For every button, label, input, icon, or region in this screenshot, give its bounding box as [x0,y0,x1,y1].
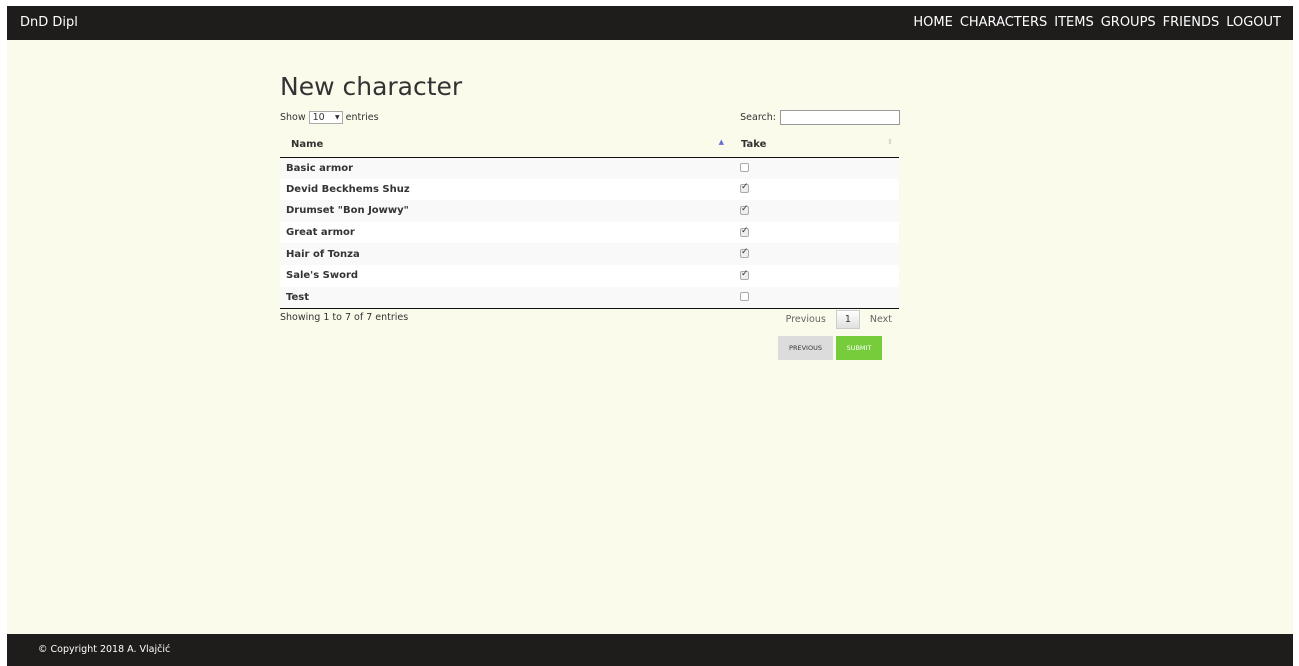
take-checkbox[interactable] [740,163,749,173]
top-navbar: DnD Dipl HOME CHARACTERS ITEMS GROUPS FR… [7,6,1293,40]
footer: © Copyright 2018 A. Vlajčić [7,634,1293,666]
pagination-next[interactable]: Next [870,314,892,325]
item-name: Test [280,286,730,309]
entries-select-value: 10 [312,112,325,123]
table-row: Great armor [280,221,899,244]
nav-items[interactable]: ITEMS [1054,15,1093,30]
nav-groups[interactable]: GROUPS [1101,15,1156,30]
take-cell [730,286,899,309]
item-name: Drumset "Bon Jowwy" [280,200,730,222]
nav-friends[interactable]: FRIENDS [1163,15,1220,30]
table-row: Test [280,286,899,309]
table-row: Hair of Tonza [280,243,899,265]
entries-label: entries [345,112,379,123]
column-header-take[interactable]: Take ⇕ [730,132,899,158]
chevron-down-icon: ▼ [335,114,340,121]
take-cell [730,157,899,179]
show-label: Show [280,112,306,123]
take-cell [730,243,899,265]
take-checkbox[interactable] [740,204,749,215]
main-nav: HOME CHARACTERS ITEMS GROUPS FRIENDS LOG… [913,15,1281,30]
table-info: Showing 1 to 7 of 7 entries [280,312,409,323]
form-buttons: PREVIOUS SUBMIT [778,336,882,360]
item-name: Basic armor [280,157,730,179]
previous-button[interactable]: PREVIOUS [778,336,833,360]
items-table: Name ▲ Take ⇕ Basic armor Devid Beckhems… [280,132,899,309]
take-checkbox[interactable] [740,269,749,280]
pagination: Previous 1 Next [786,310,892,329]
take-checkbox[interactable] [740,247,749,259]
sort-both-icon: ⇕ [887,138,893,146]
table-row: Devid Beckhems Shuz [280,178,899,201]
column-header-name[interactable]: Name ▲ [280,132,730,158]
table-row: Sale's Sword [280,264,899,287]
item-name: Devid Beckhems Shuz [280,178,730,201]
nav-home[interactable]: HOME [913,15,952,30]
item-name: Sale's Sword [280,264,730,287]
entries-select[interactable]: 10 ▼ [308,111,343,124]
page: DnD Dipl HOME CHARACTERS ITEMS GROUPS FR… [7,6,1293,666]
column-header-take-label: Take [741,138,767,150]
search-label: Search: [740,112,776,123]
table-controls: Show 10 ▼ entries Search: [280,108,902,128]
pagination-page-1[interactable]: 1 [835,310,860,329]
pagination-previous[interactable]: Previous [786,314,826,325]
table-row: Drumset "Bon Jowwy" [280,200,899,222]
column-header-name-label: Name [291,138,324,150]
entries-length: Show 10 ▼ entries [280,111,379,124]
table-row: Basic armor [280,157,899,179]
item-name: Great armor [280,221,730,244]
take-cell [730,200,899,222]
copyright-text: © Copyright 2018 A. Vlajčić [38,644,171,655]
nav-characters[interactable]: CHARACTERS [960,15,1047,30]
item-name: Hair of Tonza [280,243,730,265]
nav-logout[interactable]: LOGOUT [1226,15,1281,30]
main-content: New character Show 10 ▼ entries Search: … [280,72,902,360]
take-checkbox[interactable] [740,182,749,194]
take-cell [730,264,899,287]
search-input[interactable] [780,110,900,125]
take-cell [730,178,899,201]
submit-button[interactable]: SUBMIT [836,336,882,360]
table-header-row: Name ▲ Take ⇕ [280,132,899,158]
brand-logo[interactable]: DnD Dipl [20,15,78,30]
sort-asc-icon: ▲ [718,138,724,146]
take-checkbox[interactable] [740,226,749,237]
search-box: Search: [740,110,900,125]
page-title: New character [280,72,463,101]
take-checkbox[interactable] [740,292,749,302]
take-cell [730,221,899,244]
